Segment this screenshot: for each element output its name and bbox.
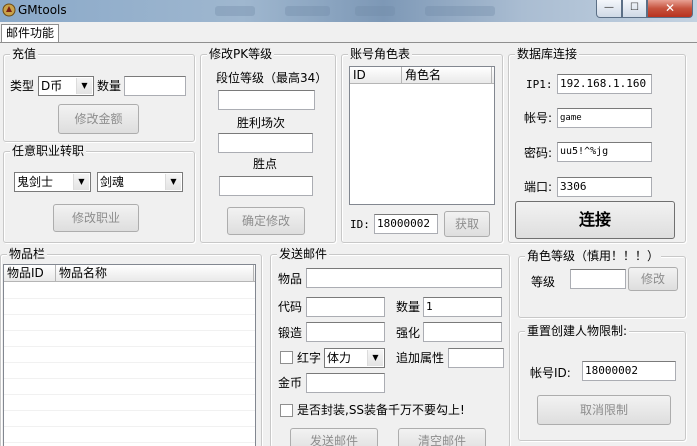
chevron-down-icon: ▼ [165,174,181,190]
gold-input[interactable] [306,373,385,393]
recharge-qty-input[interactable] [124,76,186,96]
chevron-down-icon: ▼ [76,78,92,94]
connect-button[interactable]: 连接 [515,201,675,239]
recharge-type-select[interactable]: D币 ▼ [38,76,94,96]
column-item-name[interactable]: 物品名称 [56,265,254,281]
recharge-qty-label: 数量 [97,79,122,93]
ip-input[interactable]: 192.168.1.160 [557,74,652,94]
extra-attr-input[interactable] [448,348,504,368]
clear-mail-button[interactable]: 清空邮件 [398,428,486,446]
mail-qty-input[interactable]: 1 [423,297,502,317]
red-text-checkbox[interactable] [280,351,293,364]
reset-account-label: 帐号ID: [530,366,571,380]
role-table-header: ID 角色名 [350,67,494,84]
items-title: 物品栏 [7,247,48,261]
cancel-limit-button[interactable]: 取消限制 [537,395,671,425]
pk-level-title: 修改PK等级 [207,47,275,61]
level-label: 等级 [531,275,556,289]
code-input[interactable] [306,297,385,317]
points-input[interactable] [219,176,313,196]
port-input[interactable]: 3306 [557,177,652,197]
recharge-title: 充值 [10,47,39,61]
forge-label: 锻造 [278,326,303,340]
column-role-name[interactable]: 角色名 [402,67,492,83]
close-button[interactable]: ✕ [647,0,693,18]
fetch-button[interactable]: 获取 [444,211,490,237]
chevron-down-icon: ▼ [73,174,89,190]
red-attr-value: 体力 [327,351,352,365]
role-id-input[interactable]: 18000002 [374,214,438,234]
points-label: 胜点 [253,157,278,171]
item-label: 物品 [278,272,303,286]
send-mail-title: 发送邮件 [277,247,330,261]
title-bar: GMtools — ☐ ✕ [0,0,697,22]
ip-label: IP1: [526,78,553,91]
role-level-title: 角色等级（慎用！！！） [525,249,662,263]
column-item-id[interactable]: 物品ID [4,265,56,281]
account-input[interactable]: game [557,108,652,128]
confirm-pk-button[interactable]: 确定修改 [227,207,305,235]
app-icon [2,3,16,17]
class-select[interactable]: 鬼剑士 ▼ [14,172,91,192]
modify-class-button[interactable]: 修改职业 [53,204,139,232]
enhance-input[interactable] [423,322,502,342]
password-label: 密码: [524,146,553,160]
items-table-header: 物品ID 物品名称 [4,265,255,282]
account-label: 帐号: [524,111,553,125]
column-id[interactable]: ID [350,67,402,83]
wins-label: 胜利场次 [237,116,286,130]
recharge-type-label: 类型 [10,79,35,93]
modify-level-button[interactable]: 修改 [628,267,678,291]
recharge-type-value: D币 [41,79,63,93]
extra-attr-label: 追加属性 [396,351,445,365]
reset-account-input[interactable]: 18000002 [582,361,676,381]
items-table[interactable]: 物品ID 物品名称 [3,264,256,446]
maximize-button[interactable]: ☐ [622,0,647,18]
level-input[interactable] [570,269,626,289]
rank-input[interactable] [218,90,315,110]
rank-label: 段位等级（最高34） [216,71,328,85]
red-attr-select[interactable]: 体力 ▼ [324,348,385,368]
enhance-label: 强化 [396,326,421,340]
forge-input[interactable] [306,322,385,342]
reset-limit-title: 重置创建人物限制: [525,324,630,338]
password-input[interactable]: uu5!^%jg [557,142,652,162]
minimize-button[interactable]: — [596,0,622,18]
role-id-label: ID: [350,218,370,231]
modify-amount-button[interactable]: 修改金额 [58,104,139,134]
db-connect-title: 数据库连接 [515,47,580,61]
port-label: 端口: [524,180,553,194]
subclass-value: 剑魂 [100,175,125,189]
code-label: 代码 [278,300,303,314]
window-title: GMtools [18,3,67,17]
tab-divider [0,42,697,43]
seal-label: 是否封装,SS装备千万不要勾上! [297,403,465,417]
subclass-select[interactable]: 剑魂 ▼ [97,172,183,192]
wins-input[interactable] [218,133,313,153]
send-mail-button[interactable]: 发送邮件 [290,428,378,446]
gold-label: 金币 [278,376,303,390]
job-transfer-title: 任意职业转职 [10,144,87,158]
item-input[interactable] [306,268,502,288]
role-table[interactable]: ID 角色名 [349,66,495,205]
mail-qty-label: 数量 [396,300,421,314]
tab-mail-functions[interactable]: 邮件功能 [1,24,59,43]
class-value: 鬼剑士 [17,175,54,189]
chevron-down-icon: ▼ [367,350,383,366]
red-text-label: 红字 [297,351,322,365]
seal-checkbox[interactable] [280,404,293,417]
account-roles-title: 账号角色表 [348,47,413,61]
